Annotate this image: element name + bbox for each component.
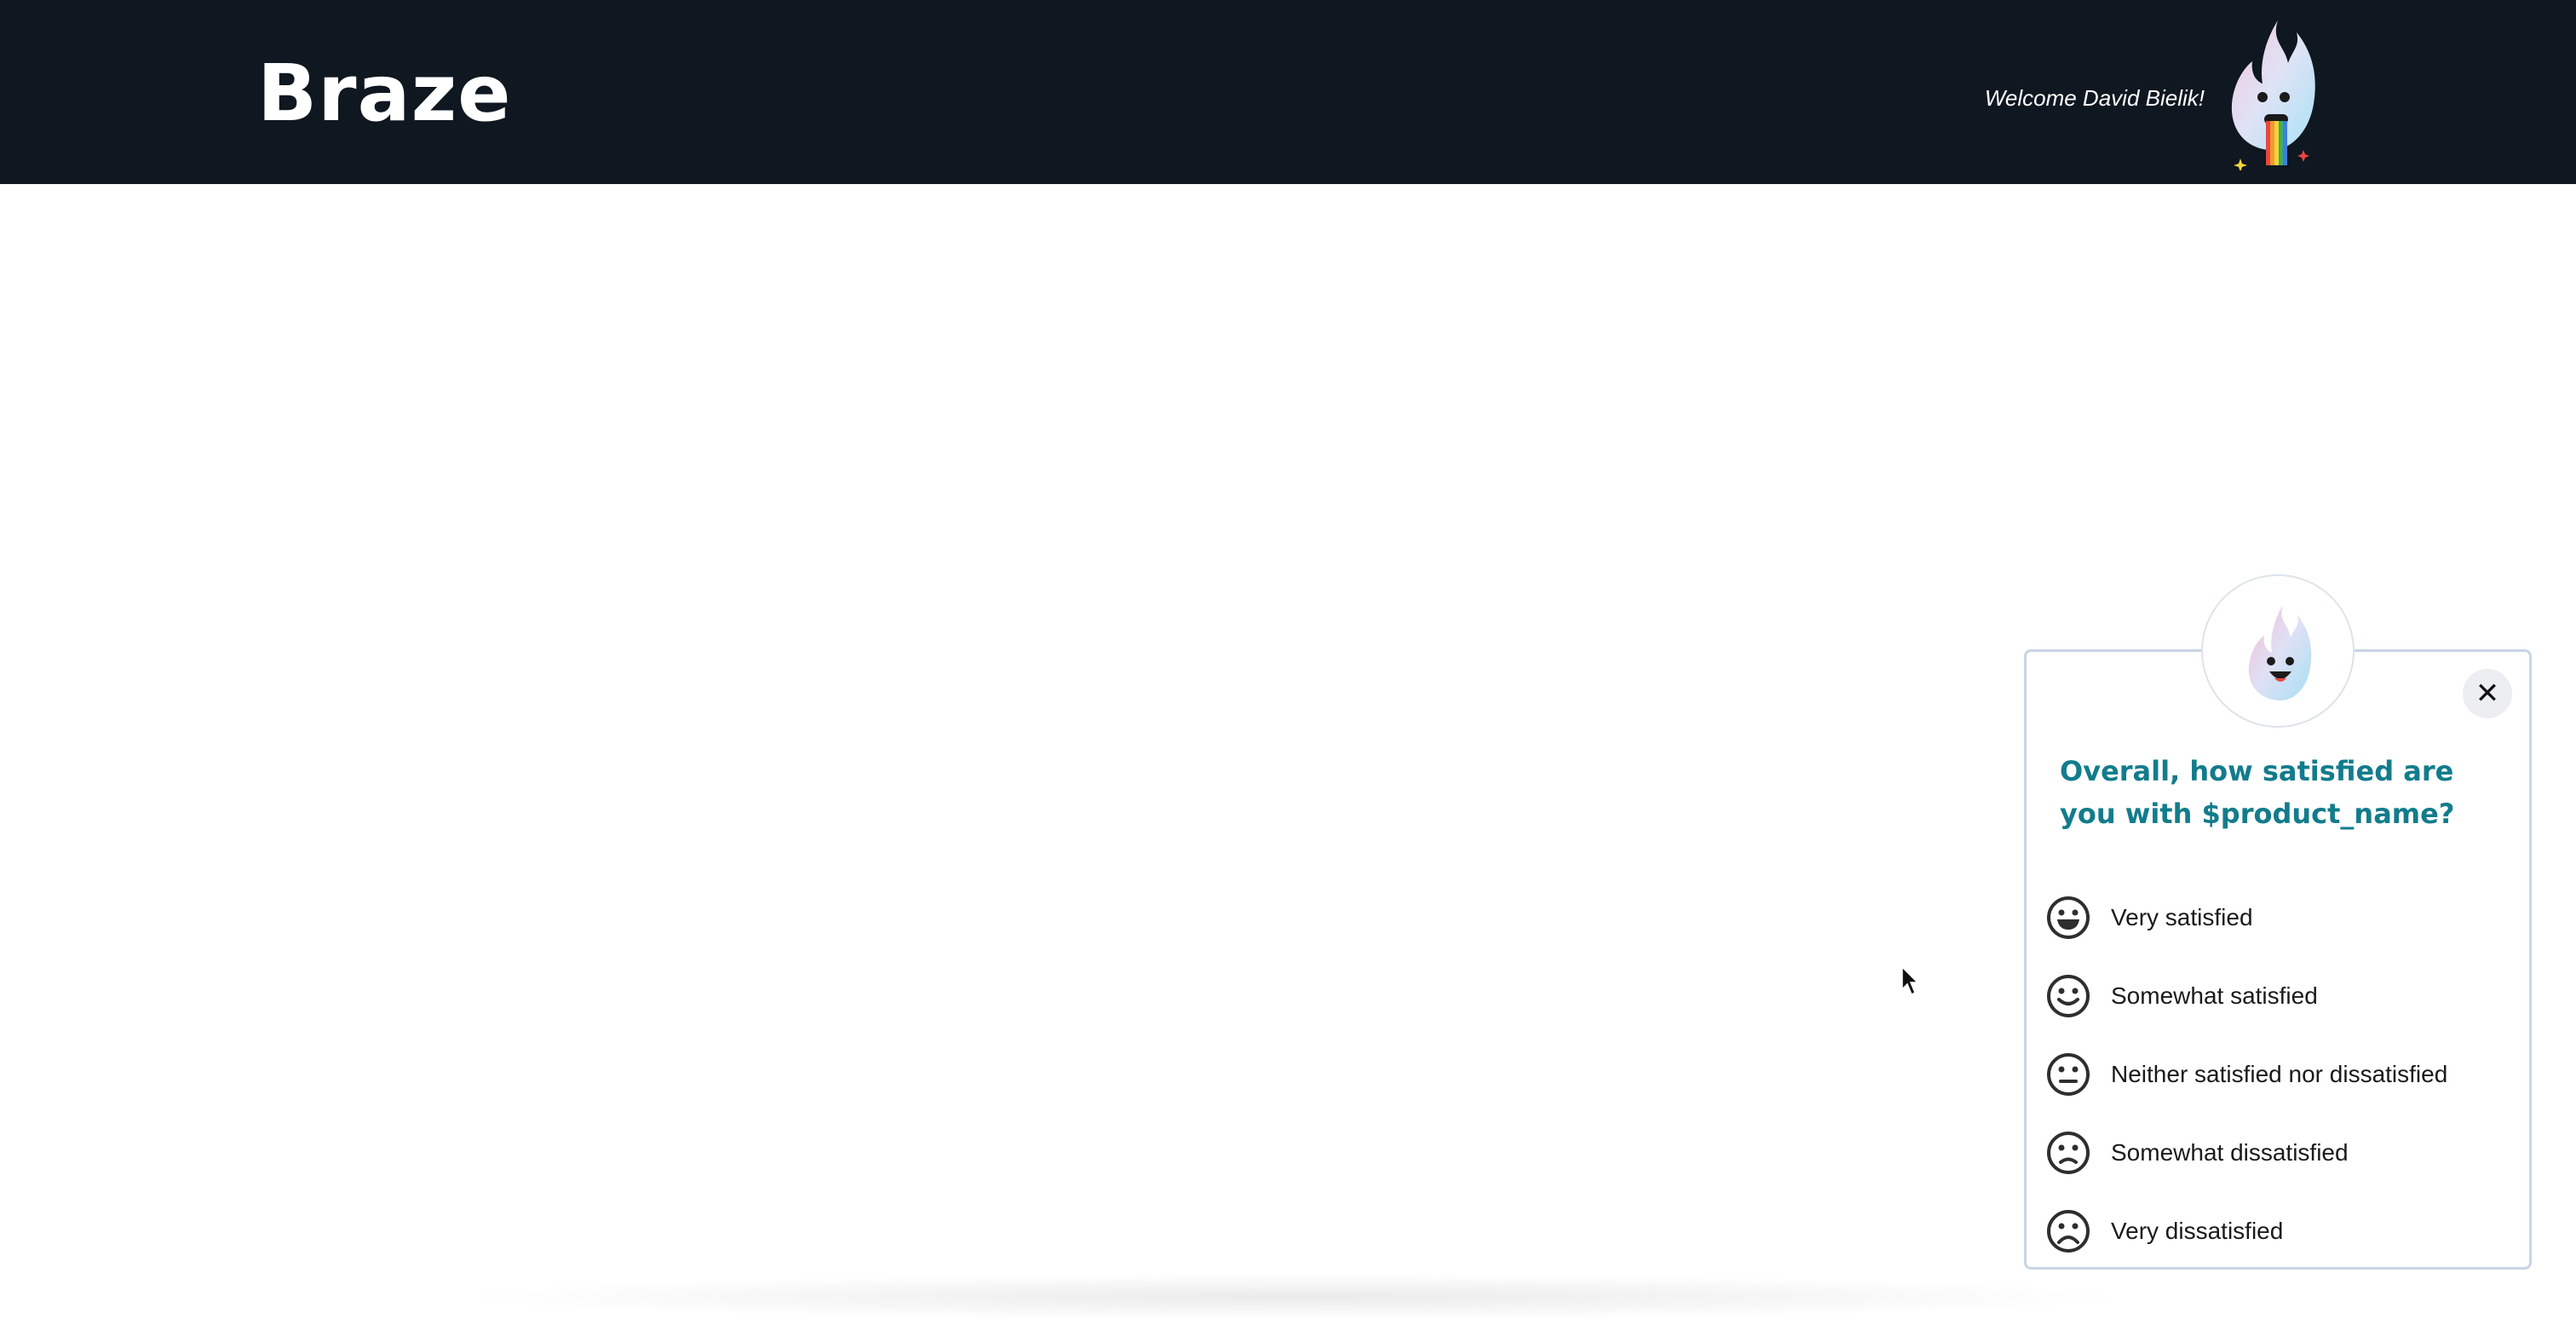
page-bottom-shadow bbox=[477, 1275, 2113, 1319]
survey-avatar bbox=[2201, 574, 2355, 728]
survey-question: Overall, how satisfied are you with $pro… bbox=[2060, 755, 2455, 830]
answer-options-list: Very satisfied Somewhat satisfied Neithe… bbox=[2046, 892, 2523, 1284]
happy-flame-mascot-icon bbox=[2248, 605, 2312, 701]
neutral-face-icon bbox=[2047, 1053, 2090, 1096]
option-label: Very satisfied bbox=[2111, 904, 2253, 930]
option-label: Very dissatisfied bbox=[2111, 1218, 2284, 1244]
option-very-satisfied[interactable]: Very satisfied bbox=[2046, 892, 2523, 971]
option-neither[interactable]: Neither satisfied nor dissatisfied bbox=[2046, 1049, 2523, 1127]
option-somewhat-dissatisfied[interactable]: Somewhat dissatisfied bbox=[2046, 1127, 2523, 1206]
grinning-face-icon bbox=[2047, 896, 2090, 939]
mouse-cursor-icon bbox=[1901, 965, 1920, 997]
welcome-message: Welcome David Bielik! bbox=[1984, 85, 2205, 111]
option-very-dissatisfied[interactable]: Very dissatisfied bbox=[2046, 1206, 2523, 1284]
option-label: Neither satisfied nor dissatisfied bbox=[2111, 1061, 2448, 1087]
smiling-face-icon bbox=[2047, 975, 2090, 1017]
slightly-frowning-face-icon bbox=[2047, 1132, 2090, 1174]
option-label: Somewhat satisfied bbox=[2111, 982, 2318, 1009]
close-button[interactable]: ✕ bbox=[2463, 669, 2512, 718]
option-label: Somewhat dissatisfied bbox=[2111, 1139, 2349, 1166]
braze-logo[interactable]: Braze bbox=[257, 44, 512, 143]
rainbow-flame-mascot-icon bbox=[2225, 15, 2320, 172]
option-somewhat-satisfied[interactable]: Somewhat satisfied bbox=[2046, 971, 2523, 1049]
top-header: Braze Welcome David Bielik! bbox=[0, 0, 2576, 184]
frowning-face-icon bbox=[2047, 1210, 2090, 1253]
